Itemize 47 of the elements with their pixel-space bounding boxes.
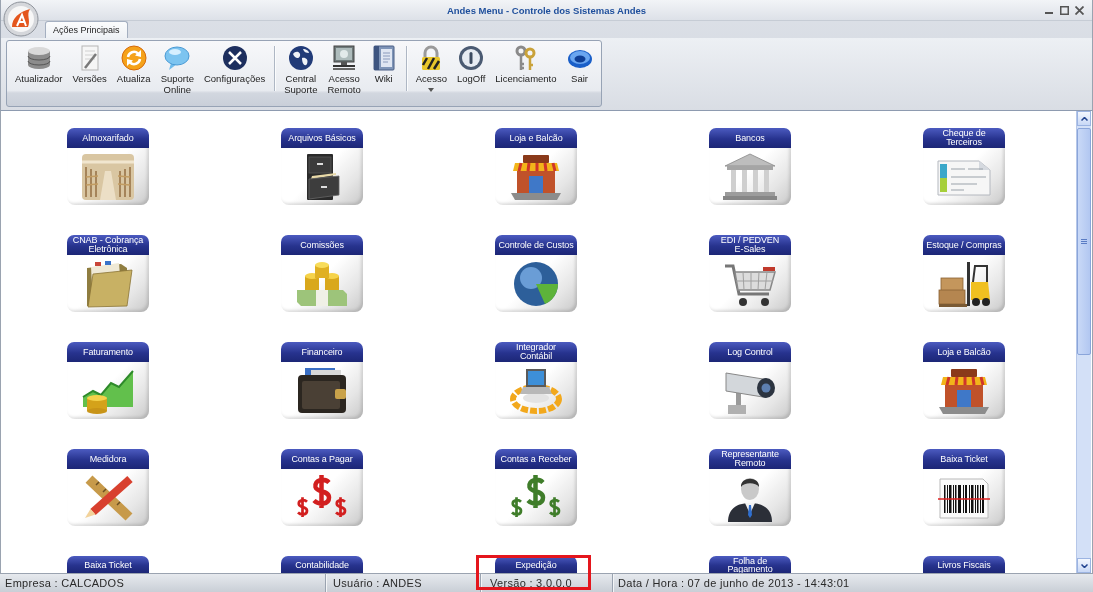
toolbar-button[interactable]: Atualizador xyxy=(10,45,68,85)
module-tile[interactable]: Livros Fiscais xyxy=(923,556,1005,573)
toolbar-button[interactable]: LogOff xyxy=(451,45,491,85)
toolbar-button[interactable]: Versões xyxy=(67,45,112,85)
module-tile[interactable]: Baixa Ticket xyxy=(67,556,149,573)
status-field: Data / Hora : 07 de junho de 2013 - 14:43:01 xyxy=(618,577,850,589)
scroll-down-button[interactable] xyxy=(1077,558,1091,573)
window-title: Andes Menu - Controle dos Sistemas Andes xyxy=(446,4,647,16)
store-icon xyxy=(509,152,563,201)
chevron-up-icon xyxy=(1080,116,1088,121)
toolbar-button[interactable]: Configurações xyxy=(198,45,271,85)
status-field: Empresa : CALCADOS xyxy=(5,577,125,589)
toolbar-button[interactable]: Central Suporte xyxy=(279,45,323,95)
store-icon xyxy=(937,366,991,415)
scroll-up-button[interactable] xyxy=(1077,111,1091,126)
bank-building-icon xyxy=(723,152,777,201)
ribbon-tab[interactable]: Ações Principais xyxy=(45,21,128,38)
power-button-icon xyxy=(458,45,485,71)
coins-and-cash-icon xyxy=(295,259,349,308)
maximize-icon[interactable] xyxy=(1060,5,1069,15)
book-icon xyxy=(370,45,397,71)
toolbar-button[interactable]: Acesso xyxy=(410,45,452,92)
forklift-icon xyxy=(937,259,991,308)
module-tile[interactable]: Contabilidade xyxy=(281,556,363,573)
scrollbar-thumb[interactable] xyxy=(1077,128,1091,355)
database-icon xyxy=(25,45,52,71)
laptop-with-folders-icon xyxy=(509,366,563,415)
warehouse-icon xyxy=(81,152,135,201)
toolbar-button[interactable]: Licenciamento xyxy=(490,45,562,85)
close-icon[interactable] xyxy=(1075,5,1084,15)
status-field: Usuário : ANDES xyxy=(333,577,422,589)
settings-icon xyxy=(221,45,248,71)
toolbar-button[interactable]: Suporte Online xyxy=(155,45,199,95)
refresh-icon xyxy=(120,45,147,71)
grip-icon xyxy=(1081,239,1087,244)
toolbar-button[interactable]: Wiki xyxy=(365,45,402,85)
globe-icon xyxy=(287,45,314,71)
toolbar-button[interactable]: Sair xyxy=(561,45,598,85)
module-tile[interactable]: Folha de Pagamento xyxy=(709,556,791,573)
monitor-icon xyxy=(331,45,358,71)
app-logo-icon[interactable] xyxy=(3,1,39,37)
chevron-down-icon xyxy=(1080,563,1088,568)
wallet-icon xyxy=(295,366,349,415)
status-field: Versão : 3.0.0.0 xyxy=(490,577,572,589)
toolbar-button[interactable]: Acesso Remoto xyxy=(322,45,366,95)
speech-bubble-icon xyxy=(164,45,191,71)
toolbar-button[interactable]: Atualiza xyxy=(111,45,156,85)
